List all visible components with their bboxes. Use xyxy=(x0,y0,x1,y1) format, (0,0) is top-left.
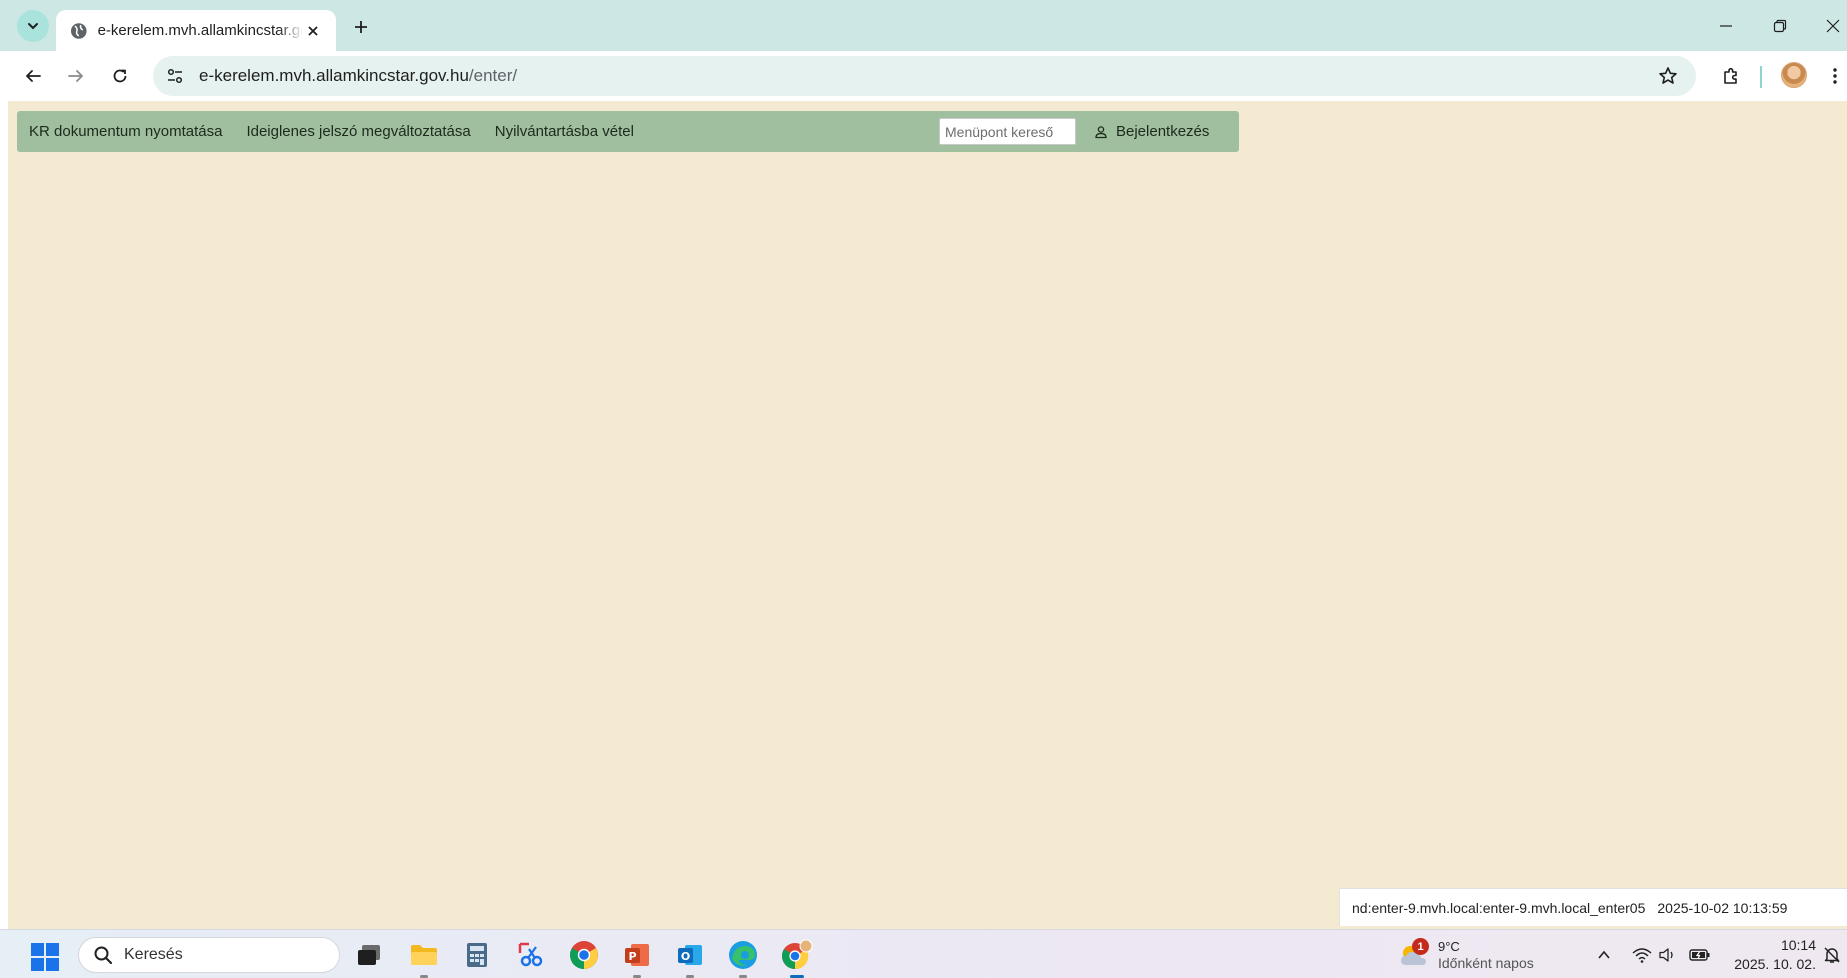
chrome-icon xyxy=(570,941,598,969)
globe-icon xyxy=(70,22,87,39)
weather-temperature: 9°C xyxy=(1438,939,1460,954)
taskbar-search-box[interactable]: Keresés xyxy=(78,937,340,973)
profile-avatar[interactable] xyxy=(1781,62,1807,88)
address-bar[interactable]: e-kerelem.mvh.allamkincstar.gov.hu/enter… xyxy=(153,56,1696,96)
login-link[interactable]: Bejelentkezés xyxy=(1094,111,1209,152)
tray-battery[interactable] xyxy=(1689,944,1711,966)
browser-tab-active[interactable]: e-kerelem.mvh.allamkincstar.gov.hu/enter… xyxy=(56,10,336,51)
weather-condition: Időnként napos xyxy=(1438,955,1534,971)
tray-volume[interactable] xyxy=(1657,944,1679,966)
url-host: e-kerelem.mvh.allamkincstar.gov.hu xyxy=(199,66,469,85)
minimize-button[interactable] xyxy=(1712,12,1740,40)
speaker-icon xyxy=(1659,948,1673,962)
tray-overflow-button[interactable] xyxy=(1593,944,1615,966)
extensions-button[interactable] xyxy=(1716,61,1746,91)
task-view-icon xyxy=(358,945,380,965)
taskbar-app-chrome[interactable] xyxy=(568,939,600,971)
battery-charging-icon xyxy=(1689,949,1710,961)
folder-icon xyxy=(411,945,437,965)
tray-notifications[interactable] xyxy=(1821,944,1843,966)
clock-date: 2025. 10. 02. xyxy=(1734,956,1816,972)
weather-alert-badge: 1 xyxy=(1412,938,1429,955)
close-icon xyxy=(308,25,318,36)
menu-item-temporary-password-change[interactable]: Ideiglenes jelszó megváltoztatása xyxy=(234,123,482,140)
weather-icon: 1 xyxy=(1398,938,1430,971)
search-icon xyxy=(94,946,113,965)
taskbar-weather-widget[interactable]: 1 9°C Időnként napos xyxy=(1398,936,1534,974)
taskbar-app-outlook[interactable]: O xyxy=(674,939,706,978)
taskbar-app-snipping-tool[interactable] xyxy=(515,939,547,971)
menu-item-kr-document-print[interactable]: KR dokumentum nyomtatása xyxy=(17,123,234,140)
windows-taskbar: Keresés P O 1 9°C Időnként napos 10:14 2… xyxy=(0,929,1847,978)
restore-icon xyxy=(1773,19,1787,33)
server-timestamp: 2025-10-02 10:13:59 xyxy=(1657,899,1788,916)
forward-button[interactable] xyxy=(61,61,91,91)
server-node-text: nd:enter-9.mvh.local:enter-9.mvh.local_e… xyxy=(1352,899,1646,916)
main-menubar: KR dokumentum nyomtatása Ideiglenes jels… xyxy=(17,111,1239,152)
login-label: Bejelentkezés xyxy=(1116,123,1210,140)
taskbar-app-file-explorer[interactable] xyxy=(408,939,440,978)
puzzle-icon xyxy=(1724,67,1737,84)
back-button[interactable] xyxy=(18,61,48,91)
tab-close-button[interactable] xyxy=(303,20,324,42)
chevron-up-icon xyxy=(1598,950,1610,959)
taskbar-app-edge[interactable] xyxy=(727,939,759,978)
taskbar-app-chrome-profile[interactable] xyxy=(781,939,813,978)
user-icon xyxy=(1095,125,1107,138)
scissors-icon xyxy=(518,942,543,967)
notification-bell-icon xyxy=(1824,947,1840,963)
menu-item-registration[interactable]: Nyilvántartásba vétel xyxy=(483,123,646,140)
more-vertical-icon xyxy=(1833,68,1837,84)
star-icon xyxy=(1659,67,1677,84)
site-info-button[interactable] xyxy=(157,58,193,94)
svg-text:P: P xyxy=(628,950,636,963)
plus-icon xyxy=(355,21,367,33)
wifi-icon xyxy=(1632,948,1652,963)
close-icon xyxy=(1826,19,1840,33)
outlook-icon: O xyxy=(678,945,702,965)
close-window-button[interactable] xyxy=(1819,12,1847,40)
taskbar-app-task-view[interactable] xyxy=(353,939,385,971)
browser-menu-button[interactable] xyxy=(1820,61,1847,91)
minimize-icon xyxy=(1720,25,1732,27)
powerpoint-icon: P xyxy=(625,944,649,966)
arrow-right-icon xyxy=(68,70,83,82)
chevron-down-icon xyxy=(28,23,38,30)
taskbar-search-placeholder: Keresés xyxy=(124,946,183,963)
restore-button[interactable] xyxy=(1766,12,1794,40)
tune-icon xyxy=(167,68,183,84)
browser-toolbar: e-kerelem.mvh.allamkincstar.gov.hu/enter… xyxy=(0,51,1847,101)
clock-time: 10:14 xyxy=(1780,937,1816,953)
url-text: e-kerelem.mvh.allamkincstar.gov.hu/enter… xyxy=(199,66,517,86)
reload-button[interactable] xyxy=(105,61,135,91)
menu-search-input[interactable] xyxy=(939,118,1076,145)
tab-title: e-kerelem.mvh.allamkincstar.gov.hu/enter… xyxy=(97,22,303,39)
taskbar-app-powerpoint[interactable]: P xyxy=(621,939,653,978)
server-status-box: nd:enter-9.mvh.local:enter-9.mvh.local_e… xyxy=(1339,888,1847,926)
browser-tabstrip: e-kerelem.mvh.allamkincstar.gov.hu/enter… xyxy=(0,0,1847,51)
edge-icon xyxy=(729,941,757,969)
tray-wifi[interactable] xyxy=(1631,944,1653,966)
new-tab-button[interactable] xyxy=(348,14,374,40)
page-content: KR dokumentum nyomtatása Ideiglenes jels… xyxy=(8,101,1847,929)
windows-start-icon[interactable] xyxy=(30,942,60,972)
taskbar-app-calculator[interactable] xyxy=(461,939,493,971)
toolbar-separator xyxy=(1760,66,1762,88)
url-path: /enter/ xyxy=(468,66,518,85)
tab-search-button[interactable] xyxy=(17,10,49,42)
reload-icon xyxy=(113,69,127,83)
calculator-icon xyxy=(467,943,487,967)
svg-text:O: O xyxy=(681,950,690,963)
chrome-profile-icon xyxy=(781,939,813,970)
taskbar-clock[interactable]: 10:14 2025. 10. 02. xyxy=(1726,936,1816,974)
bookmark-button[interactable] xyxy=(1656,64,1680,88)
arrow-left-icon xyxy=(26,70,41,82)
